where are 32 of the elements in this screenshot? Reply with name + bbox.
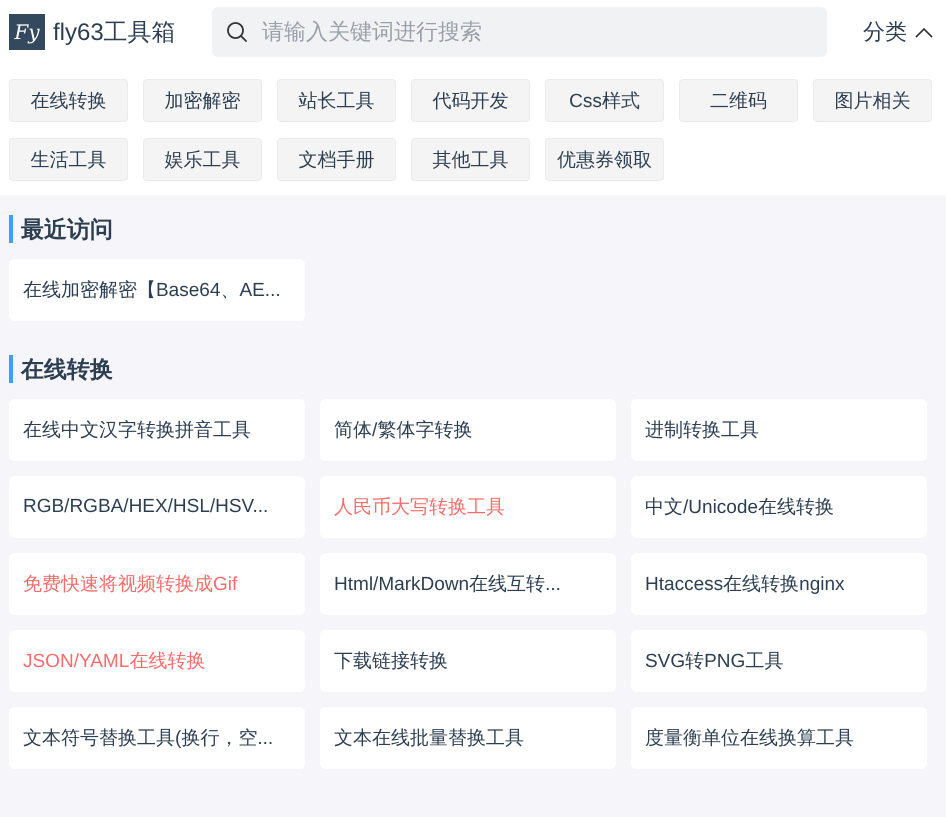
tool-card[interactable]: Htaccess在线转换nginx (631, 553, 927, 615)
site-name[interactable]: fly63工具箱 (53, 16, 176, 48)
tool-card[interactable]: 在线加密解密【Base64、AE... (9, 259, 305, 321)
category-chip[interactable]: 其他工具 (411, 138, 530, 181)
category-chip[interactable]: 文档手册 (277, 138, 396, 181)
tool-card[interactable]: 简体/繁体字转换 (320, 399, 616, 461)
logo[interactable]: Fy (9, 14, 45, 50)
category-chip[interactable]: 优惠券领取 (545, 138, 664, 181)
tool-card[interactable]: 文本符号替换工具(换行，空... (9, 707, 305, 769)
category-chip[interactable]: 二维码 (679, 79, 798, 122)
tool-card[interactable]: SVG转PNG工具 (631, 630, 927, 692)
category-chip[interactable]: 娱乐工具 (143, 138, 262, 181)
tool-card[interactable]: 下载链接转换 (320, 630, 616, 692)
tool-card[interactable]: 文本在线批量替换工具 (320, 707, 616, 769)
section-title: 最近访问 (9, 215, 926, 243)
category-chip[interactable]: 代码开发 (411, 79, 530, 122)
search-field[interactable]: 请输入关键词进行搜索 (212, 7, 827, 57)
tool-card[interactable]: 在线中文汉字转换拼音工具 (9, 399, 305, 461)
category-chip[interactable]: 站长工具 (277, 79, 396, 122)
category-toggle[interactable]: 分类 (863, 17, 937, 47)
tool-card[interactable]: Html/MarkDown在线互转... (320, 553, 616, 615)
tool-card[interactable]: 进制转换工具 (631, 399, 927, 461)
category-chip[interactable]: 加密解密 (143, 79, 262, 122)
section-title: 在线转换 (9, 355, 926, 383)
category-chip[interactable]: Css样式 (545, 79, 664, 122)
tool-card[interactable]: RGB/RGBA/HEX/HSL/HSV... (9, 476, 305, 538)
category-chip[interactable]: 在线转换 (9, 79, 128, 122)
chevron-icon (915, 26, 933, 38)
category-chip[interactable]: 图片相关 (813, 79, 932, 122)
tool-card[interactable]: 度量衡单位在线换算工具 (631, 707, 927, 769)
tool-card[interactable]: 中文/Unicode在线转换 (631, 476, 927, 538)
category-chip[interactable]: 生活工具 (9, 138, 128, 181)
